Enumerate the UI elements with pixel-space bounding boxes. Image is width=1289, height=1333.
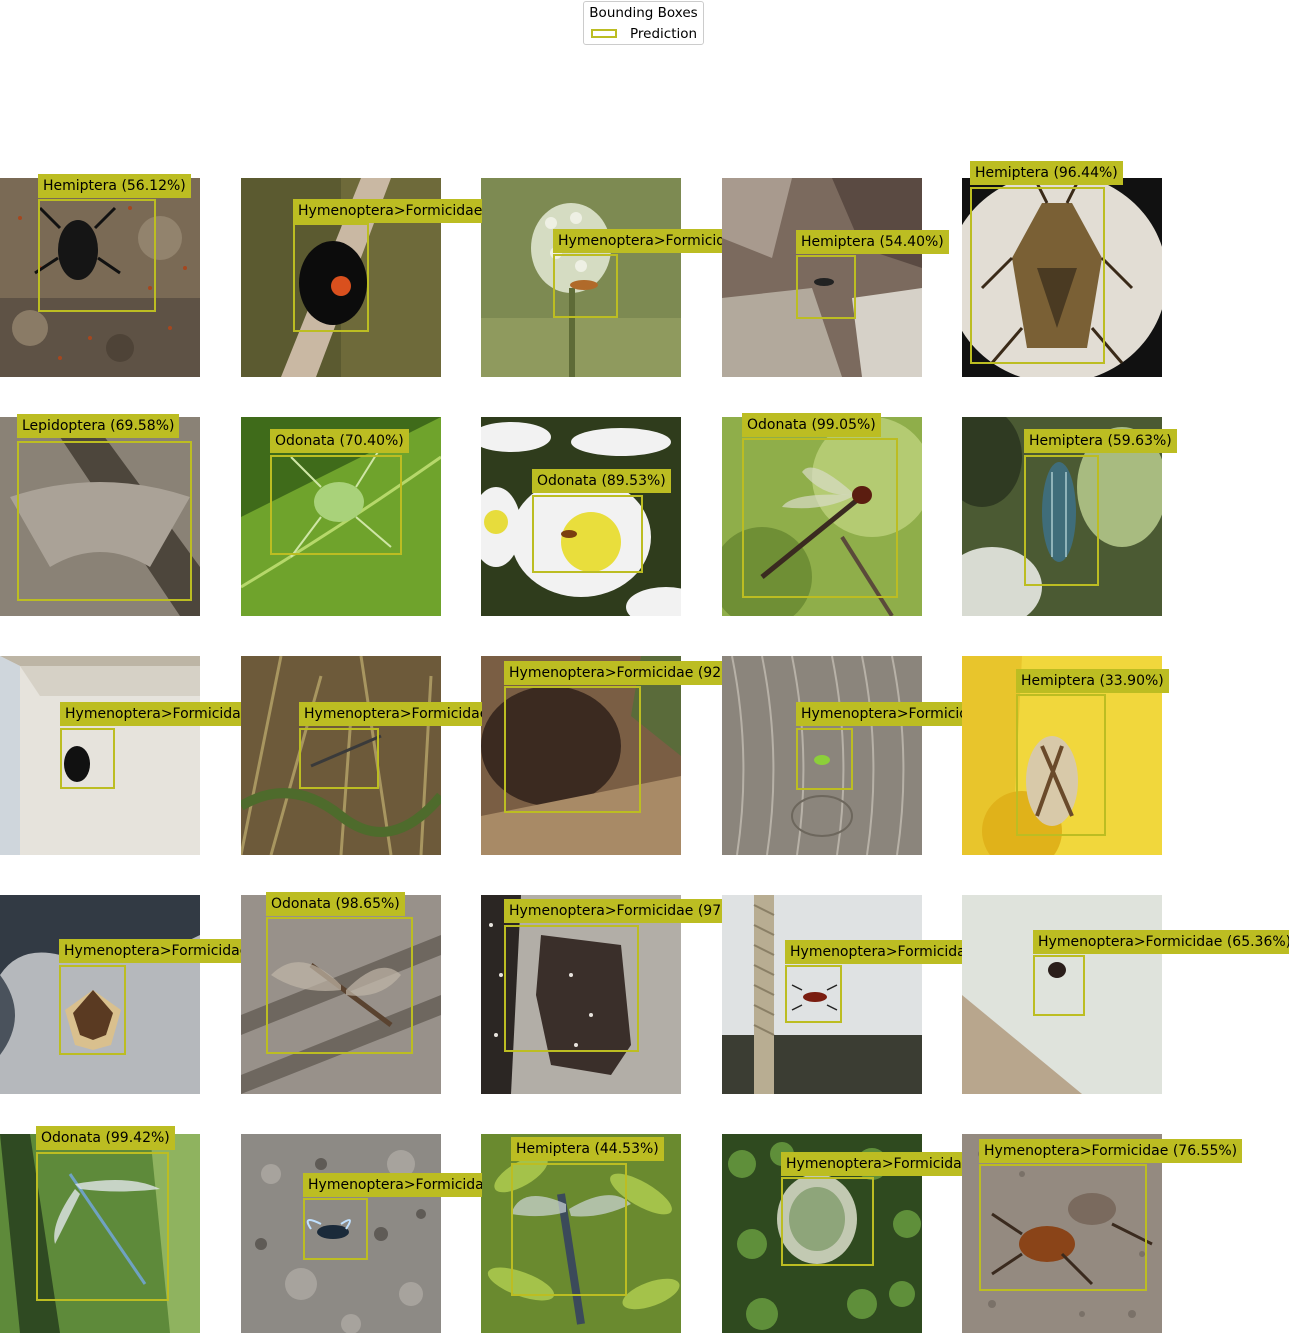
- detection-tile: Hymenoptera>Formicidae (65.36%): [962, 895, 1289, 1094]
- prediction-box: [266, 917, 413, 1054]
- prediction-label: Hemiptera (33.90%): [1016, 669, 1169, 693]
- prediction-box: [1016, 694, 1106, 836]
- detection-tile: Hymenoptera>Formicida: [722, 895, 962, 1094]
- detection-tile: Hymenoptera>Formicidae: [0, 656, 241, 855]
- prediction-label: Hemiptera (96.44%): [970, 161, 1123, 185]
- prediction-label: Hymenoptera>Formicidae: [59, 939, 241, 963]
- detection-tile: Odonata (99.05%): [722, 413, 922, 616]
- prediction-box: [504, 686, 641, 813]
- prediction-label: Hymenoptera>Formicidae (65.36%): [1033, 930, 1289, 954]
- prediction-label: Hemiptera (56.12%): [38, 174, 191, 198]
- detection-tile: Hymenoptera>Formicidae (97.: [481, 895, 722, 1094]
- detection-tile: Hemiptera (96.44%): [962, 161, 1162, 377]
- prediction-box: [38, 199, 156, 312]
- legend: Bounding Boxes Prediction: [583, 1, 704, 45]
- prediction-label: Hymenoptera>Formicidae: [60, 702, 241, 726]
- prediction-box: [1024, 455, 1099, 586]
- detection-tile: Hymenoptera>Formicida: [722, 1134, 962, 1333]
- detection-tile: Lepidoptera (69.58%): [0, 414, 200, 616]
- prediction-box: [785, 965, 842, 1023]
- prediction-label: Hymenoptera>Formicid: [796, 702, 962, 726]
- prediction-label: Hymenoptera>Formicida: [303, 1173, 482, 1197]
- prediction-label: Hymenoptera>Formicida: [785, 940, 962, 964]
- detection-tile: Hemiptera (33.90%): [962, 656, 1169, 855]
- detection-tile: Hymenoptera>Formicida: [241, 1134, 482, 1333]
- prediction-box: [1033, 955, 1085, 1016]
- detection-tile: Hemiptera (59.63%): [962, 417, 1177, 616]
- detection-tile: Hymenoptera>Formicidae: [241, 178, 482, 377]
- prediction-label: Hemiptera (54.40%): [796, 230, 949, 254]
- legend-prediction-label: Prediction: [630, 26, 698, 42]
- prediction-box: [553, 254, 618, 318]
- prediction-box: [270, 455, 402, 555]
- prediction-label: Hymenoptera>Formicida: [553, 229, 722, 253]
- legend-title: Bounding Boxes: [589, 5, 698, 21]
- prediction-label: Hymenoptera>Formicidae (76.55%): [979, 1139, 1243, 1163]
- prediction-box: [970, 187, 1105, 364]
- prediction-label: Odonata (70.40%): [270, 429, 409, 453]
- prediction-box: [17, 441, 192, 601]
- detection-tile: Hemiptera (56.12%): [0, 174, 200, 377]
- prediction-label: Hymenoptera>Formicidae: [299, 702, 482, 726]
- prediction-box: [60, 728, 115, 789]
- prediction-box: [742, 438, 898, 598]
- prediction-label: Odonata (98.65%): [266, 892, 405, 916]
- prediction-box: [299, 728, 379, 789]
- prediction-box: [781, 1177, 874, 1266]
- prediction-label: Hymenoptera>Formicidae (97.: [504, 899, 722, 923]
- detection-tile: Hymenoptera>Formicidae: [0, 895, 241, 1094]
- legend-prediction-swatch: [591, 29, 617, 38]
- prediction-label: Lepidoptera (69.58%): [17, 414, 180, 438]
- prediction-box: [511, 1163, 627, 1296]
- prediction-box: [303, 1198, 368, 1260]
- prediction-box: [504, 925, 639, 1052]
- detection-tile: Hymenoptera>Formicida: [481, 178, 722, 377]
- prediction-box: [59, 965, 126, 1055]
- prediction-label: Hemiptera (44.53%): [511, 1137, 664, 1161]
- detection-tile: Hymenoptera>Formicidae: [241, 656, 482, 855]
- detection-tile: Odonata (98.65%): [241, 892, 441, 1094]
- detection-tile: Hymenoptera>Formicidae (76.55%): [962, 1134, 1243, 1333]
- detection-tile: Odonata (89.53%): [481, 417, 681, 616]
- prediction-label: Hymenoptera>Formicidae: [293, 199, 482, 223]
- prediction-label: Hymenoptera>Formicida: [781, 1152, 962, 1176]
- detection-tile: Odonata (70.40%): [241, 417, 441, 616]
- prediction-label: Odonata (89.53%): [532, 469, 671, 493]
- detection-tile: Hemiptera (54.40%): [722, 178, 949, 377]
- prediction-box: [979, 1164, 1147, 1291]
- prediction-box: [293, 223, 369, 332]
- prediction-label: Hemiptera (59.63%): [1024, 429, 1177, 453]
- detection-tile: Odonata (99.42%): [0, 1126, 200, 1333]
- prediction-box: [532, 495, 643, 573]
- prediction-box: [796, 728, 853, 790]
- prediction-box: [796, 255, 856, 319]
- prediction-label: Odonata (99.05%): [742, 413, 881, 437]
- detection-tile: Hymenoptera>Formicidae (92.: [481, 656, 722, 855]
- prediction-label: Hymenoptera>Formicidae (92.: [504, 661, 722, 685]
- prediction-box: [36, 1152, 169, 1301]
- detection-tile: Hymenoptera>Formicid: [722, 656, 962, 855]
- prediction-label: Odonata (99.42%): [36, 1126, 175, 1150]
- detection-tile: Hemiptera (44.53%): [481, 1134, 681, 1333]
